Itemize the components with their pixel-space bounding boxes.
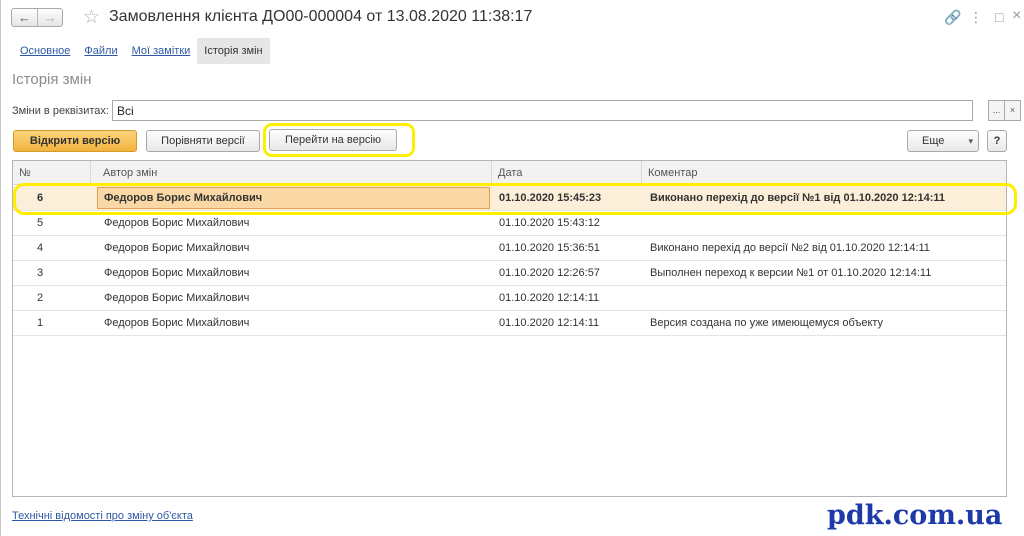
row-author: Федоров Борис Михайлович [104,267,250,279]
help-button[interactable]: ? [987,130,1007,152]
column-header-comment[interactable]: Коментар [642,161,1006,185]
row-comment: Версия создана по уже имеющемуся объекту [650,317,884,329]
technical-details-link[interactable]: Технічні відомості про зміну об'єкта [12,510,193,522]
row-author: Федоров Борис Михайлович [104,292,250,304]
close-icon[interactable]: × [1012,7,1021,25]
selected-row-highlight [13,183,1017,215]
table-row[interactable]: 4 Федоров Борис Михайлович 01.10.2020 15… [13,236,1006,261]
table-header: № Автор змін Дата Коментар [13,161,1006,185]
table-row[interactable]: 3 Федоров Борис Михайлович 01.10.2020 12… [13,261,1006,286]
row-date: 01.10.2020 12:14:11 [499,317,600,329]
goto-version-highlight [263,123,415,157]
column-header-date[interactable]: Дата [492,161,642,185]
filter-clear-button[interactable]: × [1004,100,1021,121]
document-window: ← → ☆ Замовлення клієнта ДО00-000004 от … [0,0,1024,536]
filter-select-button[interactable]: ... [988,100,1005,121]
section-tabs: Основное Файли Мої замітки Історія змін [13,38,270,64]
filter-input[interactable]: Всі [112,100,973,121]
row-number: 1 [36,317,44,329]
section-title: Історія змін [12,71,92,88]
row-number: 3 [36,267,44,279]
forward-icon[interactable]: → [37,9,62,26]
row-date: 01.10.2020 15:36:51 [499,242,600,254]
table-row[interactable]: 1 Федоров Борис Михайлович 01.10.2020 12… [13,311,1006,336]
column-header-author[interactable]: Автор змін [91,161,492,185]
compare-versions-button[interactable]: Порівняти версії [146,130,260,152]
row-number: 2 [36,292,44,304]
watermark-logo: pdk.com.ua [827,500,1003,531]
maximize-icon[interactable]: □ [995,9,1003,25]
back-icon[interactable]: ← [12,9,37,26]
tab-my-notes[interactable]: Мої замітки [125,38,198,64]
menu-icon[interactable]: ⋮ [969,9,983,26]
row-date: 01.10.2020 12:14:11 [499,292,600,304]
tab-change-history[interactable]: Історія змін [197,38,270,64]
row-number: 4 [36,242,44,254]
chevron-down-icon: ▾ [968,136,973,146]
more-label: Еще [922,135,945,147]
row-author: Федоров Борис Михайлович [104,242,250,254]
table-row[interactable]: 2 Федоров Борис Михайлович 01.10.2020 12… [13,286,1006,311]
row-comment: Виконано перехід до версії №2 від 01.10.… [650,242,930,254]
row-date: 01.10.2020 12:26:57 [499,267,600,279]
row-comment [650,286,1006,310]
title-bar: ← → ☆ Замовлення клієнта ДО00-000004 от … [1,0,1024,36]
link-icon[interactable]: 🔗 [944,9,961,26]
navigation-buttons: ← → [11,8,63,27]
window-title: Замовлення клієнта ДО00-000004 от 13.08.… [109,8,533,25]
row-author: Федоров Борис Михайлович [104,317,250,329]
favorite-star-icon[interactable]: ☆ [83,6,100,29]
filter-label: Зміни в реквізитах: [12,105,109,117]
more-button[interactable]: Еще ▾ [907,130,979,152]
column-header-number[interactable]: № [13,161,91,185]
open-version-button[interactable]: Відкрити версію [13,130,137,152]
row-comment: Выполнен переход к версии №1 от 01.10.20… [650,267,932,279]
tab-main[interactable]: Основное [13,38,77,64]
tab-files[interactable]: Файли [77,38,124,64]
